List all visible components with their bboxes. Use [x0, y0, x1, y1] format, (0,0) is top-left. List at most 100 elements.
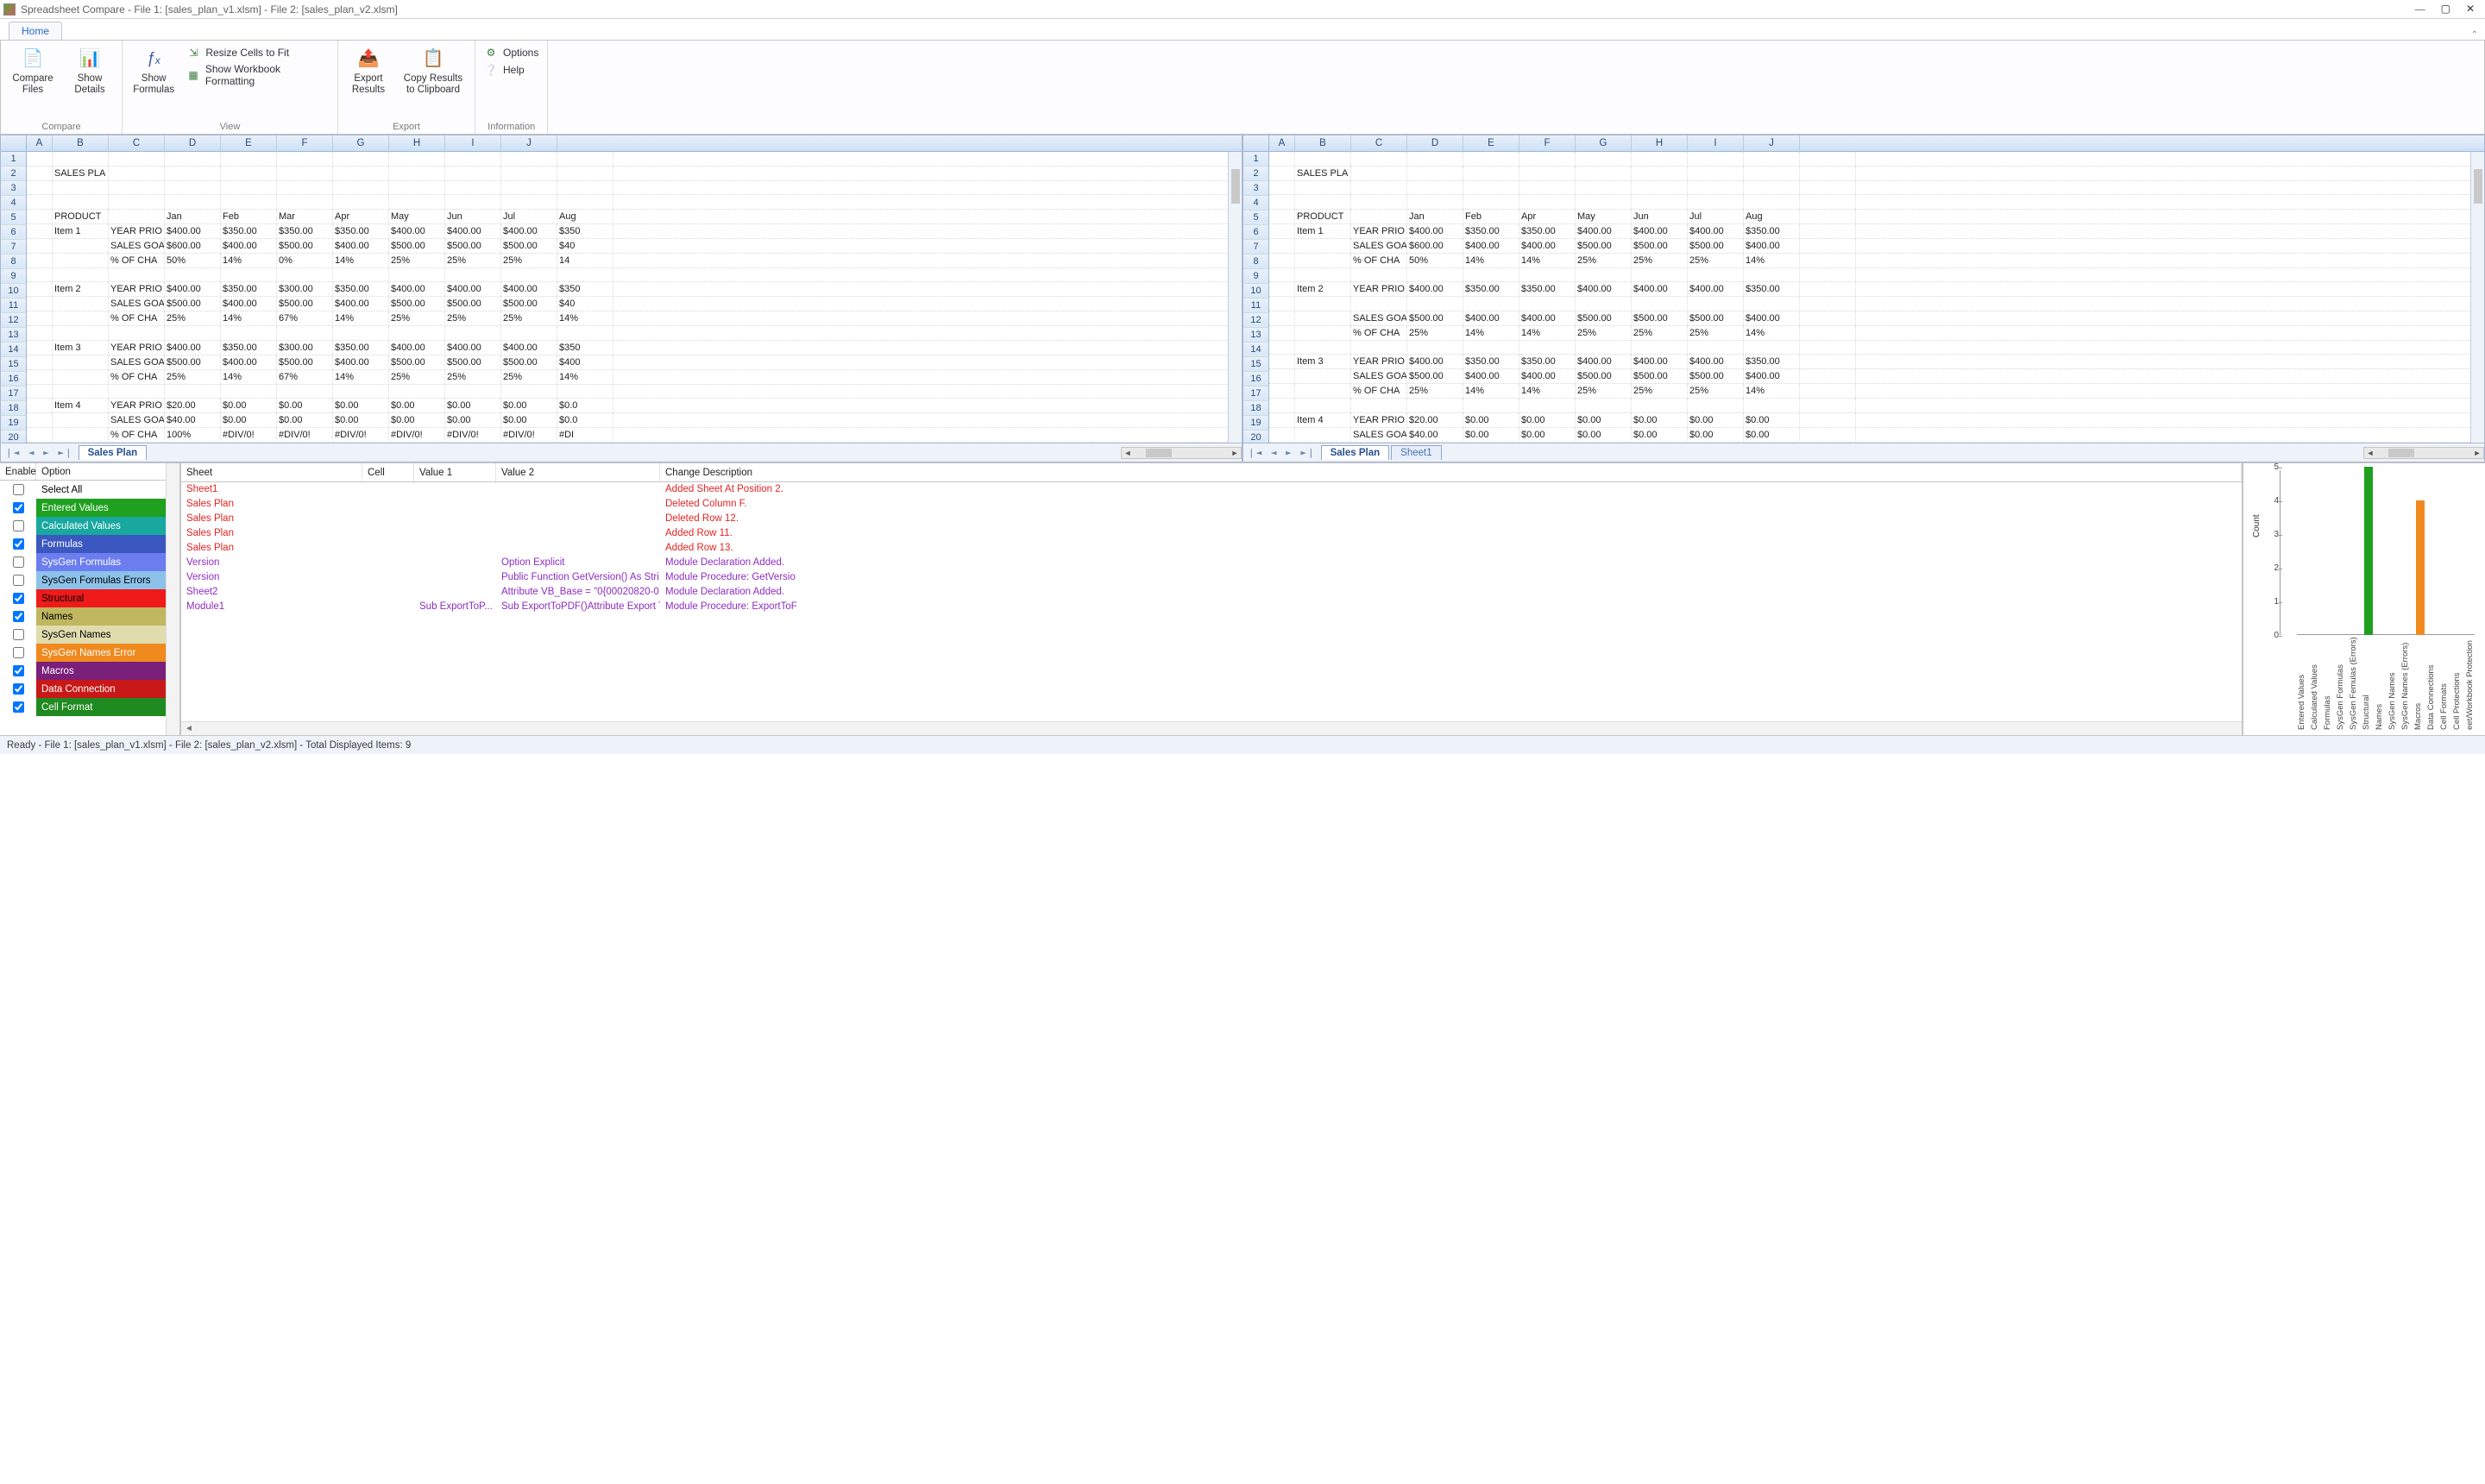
minimize-button[interactable]: — — [2415, 3, 2425, 16]
grid-cell[interactable] — [221, 181, 277, 195]
grid-cell[interactable]: SALES GOA — [1351, 369, 1407, 383]
grid-cell[interactable] — [221, 268, 277, 282]
filter-checkbox[interactable] — [13, 575, 24, 586]
row-header[interactable]: 9 — [1243, 269, 1269, 284]
grid-cell[interactable]: $350 — [557, 282, 613, 296]
diff-row[interactable]: Sheet2Attribute VB_Base = "0{00020820-0.… — [181, 585, 2242, 600]
grid-cell[interactable]: $600.00 — [165, 239, 221, 253]
grid-cell[interactable]: $500.00 — [165, 297, 221, 311]
grid-cell[interactable]: $400.00 — [445, 341, 501, 355]
grid-cell[interactable] — [27, 311, 53, 325]
grid-cell[interactable] — [1576, 152, 1632, 166]
grid-cell[interactable]: 25% — [1407, 326, 1463, 340]
row-header[interactable]: 19 — [1243, 416, 1269, 431]
grid-cell[interactable] — [1800, 181, 1856, 195]
row-header[interactable]: 5 — [1, 211, 27, 225]
row-header[interactable]: 7 — [1243, 240, 1269, 255]
grid-cell[interactable]: 25% — [1688, 254, 1744, 267]
column-header[interactable]: F — [1519, 135, 1576, 151]
compare-files-button[interactable]: Compare Files — [9, 44, 56, 96]
grid-cell[interactable] — [27, 297, 53, 311]
grid-cell[interactable] — [1519, 268, 1576, 282]
grid-cell[interactable]: $0.00 — [389, 399, 445, 412]
grid-cell[interactable]: SALES PLA — [1295, 167, 1351, 180]
grid-cell[interactable]: 25% — [1632, 254, 1688, 267]
grid-cell[interactable] — [1295, 384, 1351, 398]
grid-cell[interactable] — [53, 239, 109, 253]
row-header[interactable]: 17 — [1, 387, 27, 401]
diff-row[interactable]: Sales PlanDeleted Row 12. — [181, 512, 2242, 526]
grid-cell[interactable]: $0.00 — [1744, 428, 1800, 442]
row-header[interactable]: 6 — [1, 225, 27, 240]
grid-cell[interactable] — [1295, 326, 1351, 340]
grid-cell[interactable] — [389, 152, 445, 166]
grid-cell[interactable] — [277, 195, 333, 209]
grid-cell[interactable]: $400.00 — [1407, 224, 1463, 238]
grid-cell[interactable] — [1800, 254, 1856, 267]
grid-cell[interactable] — [333, 181, 389, 195]
grid-cell[interactable] — [53, 326, 109, 340]
grid-cell[interactable]: Item 2 — [53, 282, 109, 296]
grid-cell[interactable]: $350.00 — [333, 224, 389, 238]
grid-cell[interactable]: $0.00 — [333, 399, 389, 412]
row-header[interactable]: 18 — [1, 401, 27, 416]
grid-cell[interactable]: $0.00 — [1688, 428, 1744, 442]
grid-cell[interactable]: Jan — [165, 210, 221, 223]
grid-cell[interactable]: Jun — [1632, 210, 1688, 223]
grid-cell[interactable] — [53, 268, 109, 282]
grid-cell[interactable]: #DIV/0! — [333, 428, 389, 442]
grid-cell[interactable] — [1632, 297, 1688, 311]
grid-cell[interactable]: 67% — [277, 370, 333, 384]
grid-cell[interactable] — [1800, 311, 1856, 325]
grid-cell[interactable]: SALES GOA — [1351, 428, 1407, 442]
grid-cell[interactable] — [1744, 152, 1800, 166]
grid-cell[interactable] — [165, 152, 221, 166]
grid-cell[interactable] — [1295, 254, 1351, 267]
grid-cell[interactable] — [1407, 297, 1463, 311]
grid-cell[interactable] — [501, 195, 557, 209]
grid-cell[interactable] — [445, 195, 501, 209]
grid-cell[interactable] — [1632, 167, 1688, 180]
grid-cell[interactable]: YEAR PRIO — [1351, 224, 1407, 238]
grid-cell[interactable]: #DIV/0! — [277, 428, 333, 442]
grid-cell[interactable]: $400.00 — [1744, 311, 1800, 325]
grid-cell[interactable] — [1269, 311, 1295, 325]
grid-cell[interactable]: $500.00 — [165, 355, 221, 369]
grid-cell[interactable] — [1407, 167, 1463, 180]
filter-option-row[interactable]: SysGen Formulas Errors — [0, 571, 179, 589]
grid-cell[interactable]: 14% — [557, 370, 613, 384]
grid-cell[interactable]: $400.00 — [445, 224, 501, 238]
grid-cell[interactable]: 14% — [1744, 384, 1800, 398]
grid-cell[interactable] — [277, 167, 333, 180]
tab-home[interactable]: Home — [9, 22, 62, 40]
grid-cell[interactable]: $0.00 — [1632, 428, 1688, 442]
grid-cell[interactable] — [27, 254, 53, 267]
grid-cell[interactable] — [1800, 384, 1856, 398]
diff-row[interactable]: Sales PlanAdded Row 13. — [181, 541, 2242, 556]
grid-cell[interactable]: SALES GOA — [109, 413, 165, 427]
row-header[interactable]: 10 — [1, 284, 27, 299]
grid-cell[interactable]: $400.00 — [1688, 282, 1744, 296]
grid-cell[interactable] — [1295, 369, 1351, 383]
filter-option-row[interactable]: SysGen Names — [0, 626, 179, 644]
grid-cell[interactable]: SALES PLA — [53, 167, 109, 180]
grid-cell[interactable]: $0.00 — [445, 413, 501, 427]
grid-cell[interactable]: Feb — [221, 210, 277, 223]
grid-cell[interactable] — [27, 224, 53, 238]
grid-cell[interactable]: $500.00 — [389, 297, 445, 311]
grid-cell[interactable]: YEAR PRIO — [109, 399, 165, 412]
grid-cell[interactable]: $400.00 — [221, 355, 277, 369]
grid-cell[interactable]: 14% — [333, 254, 389, 267]
grid-cell[interactable]: Item 3 — [1295, 355, 1351, 368]
copy-clipboard-button[interactable]: Copy Results to Clipboard — [400, 44, 466, 96]
grid-cell[interactable]: 25% — [165, 311, 221, 325]
grid-cell[interactable]: $350.00 — [333, 341, 389, 355]
grid-cell[interactable] — [1744, 297, 1800, 311]
grid-cell[interactable]: $400.00 — [165, 224, 221, 238]
grid-cell[interactable] — [1800, 195, 1856, 209]
grid-cell[interactable] — [53, 152, 109, 166]
filter-option-row[interactable]: SysGen Names Error — [0, 644, 179, 662]
show-formatting-button[interactable]: Show Workbook Formatting — [186, 63, 329, 87]
grid-cell[interactable]: 14% — [1519, 326, 1576, 340]
grid-cell[interactable]: $0.00 — [1744, 413, 1800, 427]
